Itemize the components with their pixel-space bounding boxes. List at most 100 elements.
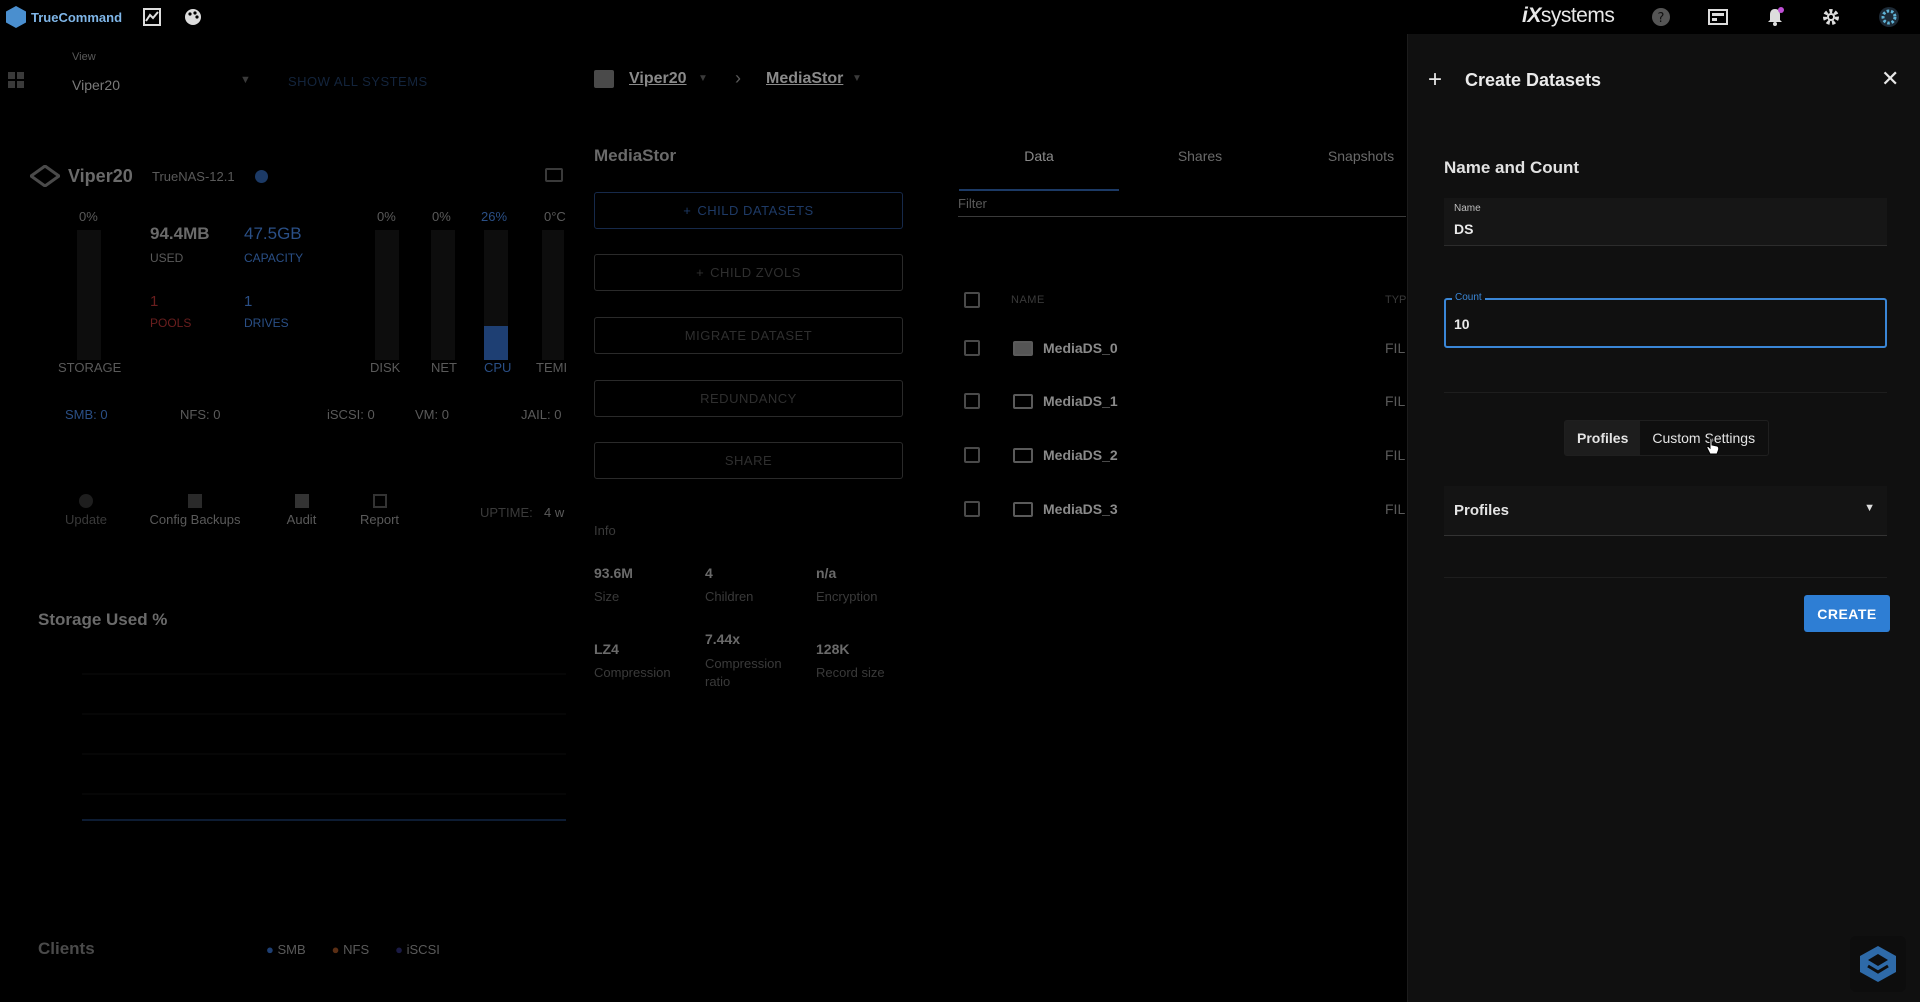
svg-text:?: ? — [1658, 11, 1665, 26]
select-all-checkbox[interactable] — [964, 292, 980, 308]
system-name[interactable]: Viper20 — [68, 166, 133, 187]
name-field[interactable]: Name DS — [1444, 198, 1887, 246]
section-title: Name and Count — [1444, 158, 1580, 177]
dataset-title: MediaStor — [594, 146, 677, 165]
divider — [1444, 577, 1887, 578]
info-label: Info — [594, 523, 616, 538]
row-name[interactable]: MediaDS_2 — [1043, 447, 1118, 463]
plus-icon: + — [696, 265, 705, 280]
ixsystems-logo: iXsystems — [1522, 4, 1615, 27]
row-name[interactable]: MediaDS_3 — [1043, 501, 1118, 517]
system-version: TrueNAS-12.1 — [152, 169, 235, 184]
chevron-down-icon: ▼ — [698, 73, 708, 84]
pools-value: 1 — [150, 293, 159, 310]
settings-gear-icon[interactable] — [1820, 6, 1842, 28]
hand-cursor-icon — [1706, 437, 1720, 460]
app-name: TrueCommand — [31, 9, 123, 25]
child-zvols-button[interactable]: + CHILD ZVOLS — [594, 254, 903, 291]
server-icon — [594, 70, 614, 88]
create-button[interactable]: CREATE — [1804, 595, 1890, 632]
used-value: 94.4MB — [150, 224, 210, 243]
disk-percent: 0% — [377, 209, 396, 224]
mode-toggle: Profiles Custom Settings — [1564, 420, 1769, 456]
legend-iscsi: ● iSCSI — [395, 942, 440, 957]
info-encryption: n/a Encryption — [816, 565, 878, 604]
plus-icon: + — [1428, 66, 1443, 93]
close-icon[interactable]: ✕ — [1881, 68, 1899, 90]
help-icon[interactable]: ? — [1650, 6, 1672, 28]
child-datasets-button[interactable]: + CHILD DATASETS — [594, 192, 903, 229]
cpu-percent: 26% — [481, 209, 508, 224]
temp-value: 0°C — [544, 209, 566, 224]
count-field-value[interactable]: 10 — [1454, 316, 1470, 332]
row-name[interactable]: MediaDS_1 — [1043, 393, 1118, 409]
dropdown-arrow-icon: ▼ — [1864, 502, 1875, 514]
folder-icon — [1013, 341, 1033, 356]
table-row[interactable]: MediaDS_3 FIL — [0, 494, 1407, 524]
net-percent: 0% — [432, 209, 451, 224]
breadcrumb-pool[interactable]: MediaStor — [766, 70, 843, 88]
notifications-icon[interactable] — [1764, 6, 1786, 28]
panel-title: Create Datasets — [1465, 70, 1602, 90]
drives-value: 1 — [244, 293, 253, 310]
clients-title: Clients — [38, 939, 95, 958]
name-field-value[interactable]: DS — [1454, 221, 1473, 237]
folder-icon[interactable] — [545, 168, 563, 182]
count-field[interactable]: Count 10 — [1444, 292, 1887, 348]
row-checkbox[interactable] — [964, 447, 980, 463]
storage-chart-title: Storage Used % — [38, 610, 168, 629]
clients-legend: ● SMB ● NFS ● iSCSI — [266, 942, 440, 957]
create-datasets-panel: + Create Datasets ✕ Name and Count Name … — [1407, 34, 1920, 1002]
chevron-down-icon: ▼ — [240, 74, 251, 86]
table-row[interactable]: MediaDS_2 FIL — [0, 440, 1407, 470]
legend-smb: ● SMB — [266, 942, 306, 957]
folder-icon — [1013, 394, 1033, 409]
legend-nfs: ● NFS — [331, 942, 370, 957]
view-label: View — [72, 51, 96, 63]
breadcrumb-system[interactable]: Viper20 — [629, 70, 687, 88]
count-field-label: Count — [1452, 292, 1485, 303]
row-type: FIL — [1385, 340, 1406, 356]
top-bar: TrueCommand iXsystems ? — [0, 0, 1920, 34]
grid-view-icon[interactable] — [8, 72, 24, 88]
chart-icon[interactable] — [141, 6, 163, 28]
name-field-label: Name — [1454, 203, 1481, 214]
tab-data[interactable]: Data — [959, 148, 1119, 164]
palette-icon[interactable] — [182, 6, 204, 28]
row-checkbox[interactable] — [964, 393, 980, 409]
info-badge-icon[interactable] — [255, 170, 268, 183]
info-children: 4 Children — [705, 565, 754, 604]
table-row[interactable]: MediaDS_0 FIL — [0, 333, 1407, 363]
used-label: USED — [150, 251, 184, 265]
tab-shares[interactable]: Shares — [1120, 148, 1280, 164]
tab-custom-settings[interactable]: Custom Settings — [1640, 421, 1767, 455]
col-type-header[interactable]: TYP — [1385, 294, 1406, 306]
truecommand-logo[interactable]: TrueCommand — [6, 6, 122, 28]
col-name-header[interactable]: NAME — [1011, 294, 1045, 306]
info-compression: LZ4 Compression — [594, 641, 671, 680]
row-type: FIL — [1385, 393, 1406, 409]
folder-icon — [1013, 502, 1033, 517]
profiles-select[interactable]: Profiles ▼ — [1444, 486, 1887, 536]
table-row[interactable]: MediaDS_1 FIL — [0, 386, 1407, 416]
drives-label[interactable]: DRIVES — [244, 316, 289, 330]
show-all-systems-link[interactable]: SHOW ALL SYSTEMS — [288, 74, 428, 89]
tab-profiles[interactable]: Profiles — [1565, 421, 1641, 455]
row-type: FIL — [1385, 447, 1406, 463]
view-select[interactable]: Viper20 — [72, 77, 120, 93]
news-icon[interactable] — [1707, 6, 1729, 28]
info-record-size: 128K Record size — [816, 641, 885, 680]
folder-icon — [1013, 448, 1033, 463]
row-checkbox[interactable] — [964, 501, 980, 517]
info-compression-ratio: 7.44x Compression ratio — [705, 631, 782, 689]
user-avatar-icon[interactable] — [1878, 6, 1900, 28]
row-checkbox[interactable] — [964, 340, 980, 356]
chevron-down-icon: ▼ — [852, 73, 862, 84]
assistant-widget-button[interactable] — [1850, 936, 1906, 992]
pools-label[interactable]: POOLS — [150, 316, 191, 330]
row-name[interactable]: MediaDS_0 — [1043, 340, 1118, 356]
info-size: 93.6M Size — [594, 565, 633, 604]
tab-data-indicator — [959, 189, 1119, 191]
filter-input[interactable]: Filter — [958, 195, 1406, 217]
truecommand-icon — [6, 6, 26, 28]
